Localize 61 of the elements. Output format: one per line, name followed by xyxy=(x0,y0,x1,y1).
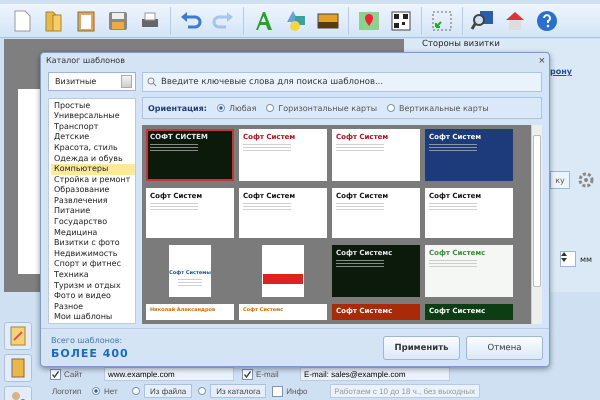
source-button[interactable]: Из каталога xyxy=(210,384,266,398)
book-icon[interactable] xyxy=(4,354,32,382)
category-item[interactable]: Визитки с фото xyxy=(51,238,135,249)
logo-label: Логотип xyxy=(52,386,82,396)
category-item[interactable]: Спорт и фитнес xyxy=(51,259,135,270)
total-value: БОЛЕЕ 400 xyxy=(51,346,129,360)
category-item[interactable]: Туризм и отдых xyxy=(51,280,135,292)
category-item[interactable]: Красота, стиль xyxy=(51,142,135,154)
radio-label: Нет xyxy=(104,386,119,396)
category-item[interactable]: Одежда и обувь xyxy=(51,154,135,164)
category-item[interactable]: Мои шаблоны xyxy=(51,312,135,323)
search-icon xyxy=(147,77,157,87)
radio-button[interactable] xyxy=(198,387,206,395)
email-field[interactable]: E-mail: sales@example.com xyxy=(300,367,450,381)
orientation-option[interactable]: Горизонтальные карты xyxy=(266,104,378,112)
apply-button[interactable]: Применить xyxy=(383,336,460,360)
search-field[interactable]: Введите ключевые слова для поиска шаблонов... xyxy=(142,72,542,92)
radio-button[interactable] xyxy=(132,387,140,395)
close-button[interactable]: × xyxy=(538,54,545,66)
email-checkbox[interactable] xyxy=(242,368,256,380)
panel-button[interactable]: ку xyxy=(550,171,570,189)
category-item[interactable]: Компьютеры xyxy=(51,164,135,175)
category-item[interactable]: Государство xyxy=(51,217,135,228)
orientation-label: Ориентация: xyxy=(148,104,207,112)
caret-icon xyxy=(121,74,132,88)
unit-label: мм xyxy=(580,254,592,264)
category-item[interactable]: Разное xyxy=(51,302,135,312)
category-item[interactable]: Развлечения xyxy=(51,196,135,206)
radio-button[interactable] xyxy=(92,387,100,395)
info-label: Инфо xyxy=(286,386,308,396)
category-item[interactable]: Универсальные xyxy=(51,111,135,122)
info-field[interactable]: Работаем с 10 до 18 ч., без выходных xyxy=(330,384,480,398)
category-item[interactable]: Транспорт xyxy=(51,122,135,132)
site-field[interactable]: www.example.com xyxy=(104,367,234,381)
panel-title: Стороны визитки xyxy=(422,39,500,49)
spinner-arrows-icon[interactable] xyxy=(561,252,567,262)
spinner-field[interactable] xyxy=(560,251,576,267)
email-label: E-mail xyxy=(256,370,280,378)
site-label: Сайт xyxy=(64,370,84,378)
scrollbar[interactable] xyxy=(531,125,542,324)
category-item[interactable]: Детские xyxy=(51,132,135,143)
category-item[interactable]: Недвижимость xyxy=(51,248,135,260)
source-button[interactable]: Из файла xyxy=(144,384,192,398)
notepad-icon[interactable] xyxy=(4,322,32,350)
cancel-button[interactable]: Отмена xyxy=(466,336,543,360)
category-item[interactable]: Фото и видео xyxy=(51,291,135,302)
settings-icon[interactable] xyxy=(578,172,594,188)
category-item[interactable]: Образование xyxy=(51,185,135,196)
site-checkbox[interactable] xyxy=(50,368,64,380)
category-dropdown[interactable]: Визитные xyxy=(48,72,136,91)
category-item[interactable]: Питание xyxy=(51,206,135,218)
total-label: Всего шаблонов: xyxy=(51,336,124,344)
orientation-option[interactable]: Вертикальные карты xyxy=(387,104,489,112)
category-item[interactable]: Простые xyxy=(51,100,135,112)
orientation-option[interactable]: Любая xyxy=(217,104,256,112)
panel-link[interactable]: рону xyxy=(550,67,572,76)
category-item[interactable]: Медицина xyxy=(51,228,135,238)
dialog-title: Каталог шаблонов xyxy=(46,56,125,65)
category-item[interactable]: Техника xyxy=(51,270,135,281)
template-card[interactable] xyxy=(262,245,304,297)
category-item[interactable]: Стройка и ремонт xyxy=(51,174,135,186)
